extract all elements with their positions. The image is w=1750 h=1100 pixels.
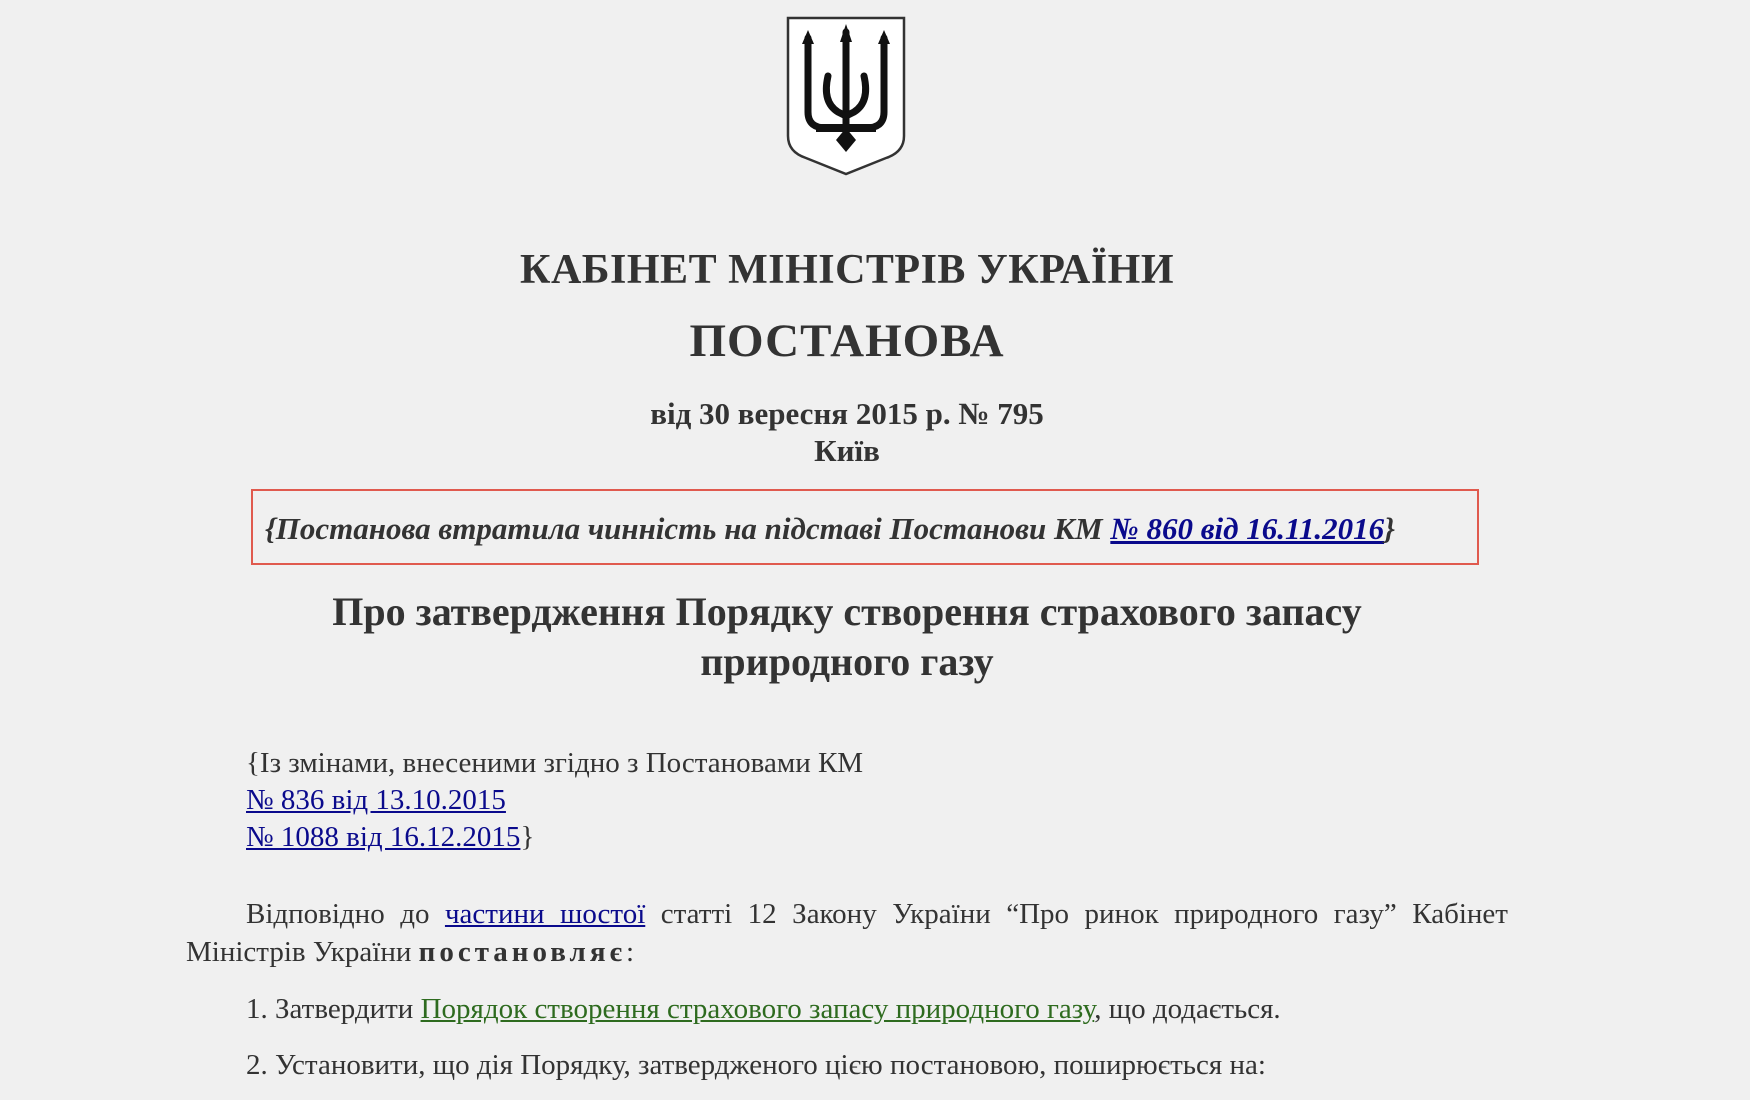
amendments-closing: }	[520, 821, 535, 853]
invalidation-notice: {Постанова втратила чинність на підставі…	[251, 489, 1479, 565]
document-type: ПОСТАНОВА	[689, 315, 1005, 367]
item1-text-after: , що додається.	[1094, 993, 1281, 1025]
basis-text-before: Відповідно до	[246, 898, 445, 930]
amendments-block: {Із змінами, внесеними згідно з Постанов…	[246, 745, 863, 856]
item1-text-before: 1. Затвердити	[246, 993, 421, 1025]
resolution-item-1: 1. Затвердити Порядок створення страхово…	[246, 990, 1508, 1028]
basis-ending: :	[626, 936, 635, 968]
invalidation-notice-closing: }	[1384, 511, 1395, 546]
document-title: Про затвердження Порядку створення страх…	[332, 589, 1362, 684]
amendments-intro: {Із змінами, внесеними згідно з Постанов…	[246, 747, 864, 779]
invalidating-resolution-link[interactable]: № 860 від 16.11.2016	[1110, 511, 1384, 546]
amendment-link-1088[interactable]: № 1088 від 16.12.2015	[246, 821, 520, 853]
resolution-item-2: 2. Установити, що дія Порядку, затвердже…	[246, 1049, 1266, 1081]
procedure-document-link[interactable]: Порядок створення страхового запасу прир…	[421, 993, 1095, 1025]
document-date-number: від 30 вересня 2015 р. № 795	[650, 396, 1044, 431]
law-part-six-link[interactable]: частини шостої	[445, 898, 645, 930]
invalidation-notice-text: {Постанова втратила чинність на підставі…	[265, 511, 1111, 546]
legal-basis-paragraph: Відповідно до частини шостої статті 12 З…	[186, 895, 1508, 971]
decision-keyword: постановляє	[418, 936, 627, 968]
issuing-authority: КАБІНЕТ МІНІСТРІВ УКРАЇНИ	[519, 247, 1175, 293]
document-page: КАБІНЕТ МІНІСТРІВ УКРАЇНИ ПОСТАНОВА від …	[0, 0, 1750, 1100]
coat-of-arms-icon	[786, 16, 906, 178]
amendment-link-836[interactable]: № 836 від 13.10.2015	[246, 784, 506, 816]
document-city: Київ	[814, 433, 880, 468]
